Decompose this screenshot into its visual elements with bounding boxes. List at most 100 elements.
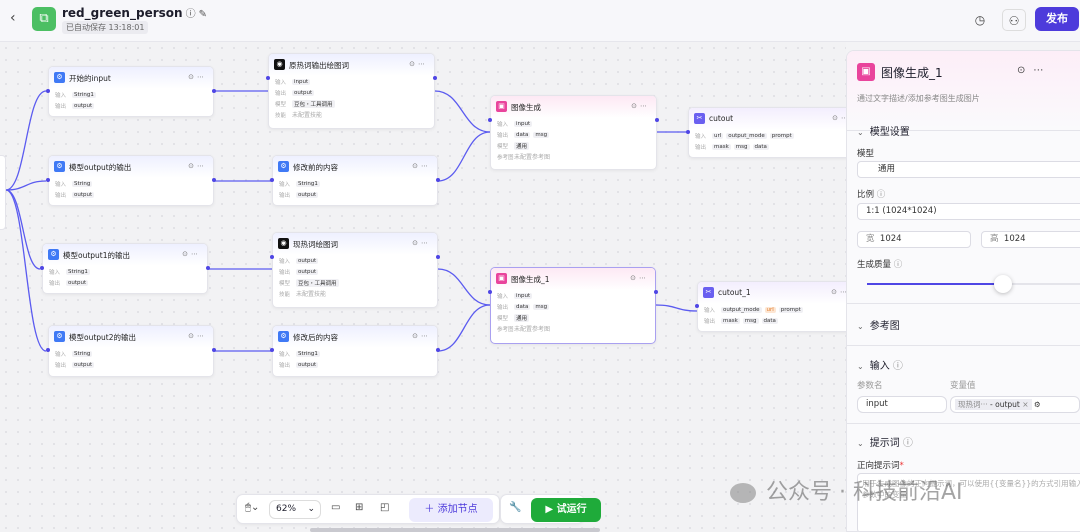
workflow-node[interactable]: ⚙ 模型output1的输出 ⊙⋯ 输入 String1 输出 output bbox=[42, 243, 208, 294]
add-node-button[interactable]: ＋ 添加节点 bbox=[409, 498, 493, 522]
node-port[interactable] bbox=[488, 118, 492, 122]
more-icon[interactable]: ⋯ bbox=[197, 332, 207, 340]
more-icon[interactable]: ⋯ bbox=[421, 162, 431, 170]
zoom-select[interactable]: 62% ⌄ bbox=[269, 500, 321, 519]
test-run-button[interactable]: ▶ 试运行 bbox=[531, 498, 601, 522]
run-icon[interactable]: ⊙ bbox=[188, 73, 197, 81]
node-port[interactable] bbox=[212, 89, 216, 93]
node-port[interactable] bbox=[270, 178, 274, 182]
workflow-node[interactable]: ◉ 原热词输出绘图词 ⊙⋯ 输入 input 输出 output 模型 豆包・工具调用 技能 未配置… bbox=[268, 53, 435, 129]
model-select[interactable]: 通用 bbox=[857, 161, 1080, 178]
var-value-label: 变量值 bbox=[950, 381, 976, 391]
model-settings-section[interactable]: ⌄ 模型设置 bbox=[857, 123, 910, 138]
wechat-icon bbox=[730, 483, 756, 503]
settings-icon[interactable]: ⚙ bbox=[1034, 400, 1041, 409]
node-row: 输入 String bbox=[49, 348, 213, 359]
debug-icon[interactable]: 🔧 bbox=[509, 502, 521, 513]
node-port[interactable] bbox=[266, 76, 270, 80]
run-icon[interactable]: ⊙ bbox=[188, 162, 197, 170]
workflow-node[interactable]: ▣ 图像生成_1 ⊙⋯ 输入 input 输出 data msg 模型 通用 参考图 未配置参考图 bbox=[490, 267, 656, 344]
more-icon[interactable]: ⋯ bbox=[1033, 65, 1051, 76]
quality-slider[interactable] bbox=[867, 283, 1080, 285]
run-icon[interactable]: ⊙ bbox=[631, 102, 640, 110]
node-port[interactable] bbox=[212, 178, 216, 182]
more-icon[interactable]: ⋯ bbox=[191, 250, 201, 258]
node-port[interactable] bbox=[212, 348, 216, 352]
run-icon[interactable]: ⊙ bbox=[412, 162, 421, 170]
run-node-icon[interactable]: ⊙ bbox=[1017, 65, 1033, 76]
workflow-node[interactable]: ✂ cutout_1 ⊙⋯ 输入 output_mode url prompt 输出 mask m… bbox=[697, 281, 857, 332]
run-icon[interactable]: ⊙ bbox=[409, 60, 418, 68]
workflow-node[interactable]: ✂cutout⊙⋯输入urloutput_modeprompt输出maskmsg… bbox=[688, 107, 858, 158]
workflow-node[interactable]: ⚙ 修改后的内容 ⊙⋯ 输入 String1 输出 output bbox=[272, 325, 438, 377]
node-port[interactable] bbox=[655, 118, 659, 122]
grid-layout-icon[interactable]: ⊞ bbox=[355, 502, 363, 513]
workflow-node[interactable]: ⚙ 模型output的输出 ⊙⋯ 输入 String 输出 output bbox=[48, 155, 214, 206]
workflow-node[interactable]: ⚙ 修改前的内容 ⊙⋯ 输入 String1 输出 output bbox=[272, 155, 438, 206]
more-icon[interactable]: ⋯ bbox=[418, 60, 428, 68]
node-port[interactable] bbox=[46, 178, 50, 182]
node-port[interactable] bbox=[436, 178, 440, 182]
param-tag: msg bbox=[533, 131, 550, 138]
mouse-mode-icon[interactable]: 🖱⌄ bbox=[245, 502, 259, 513]
more-icon[interactable]: ⋯ bbox=[639, 274, 649, 282]
collaborators-icon[interactable]: ⚇ bbox=[1002, 9, 1026, 31]
param-tag: data bbox=[514, 303, 531, 310]
edit-icon[interactable]: ✎ bbox=[199, 9, 207, 20]
node-port[interactable] bbox=[695, 304, 699, 308]
input-section[interactable]: ⌄ 输入 ⓘ bbox=[857, 357, 903, 372]
node-port[interactable] bbox=[270, 255, 274, 259]
more-icon[interactable]: ⋯ bbox=[197, 73, 207, 81]
node-port[interactable] bbox=[686, 130, 690, 134]
run-icon[interactable]: ⊙ bbox=[831, 288, 840, 296]
node-title: 模型output的输出 bbox=[69, 163, 132, 172]
node-port[interactable] bbox=[436, 348, 440, 352]
more-icon[interactable]: ⋯ bbox=[421, 332, 431, 340]
quality-slider-handle[interactable] bbox=[994, 275, 1013, 293]
history-icon[interactable]: ◷ bbox=[968, 9, 992, 31]
height-input[interactable]: 高 1024 bbox=[981, 231, 1080, 248]
minimap-icon[interactable]: ◰ bbox=[380, 502, 389, 513]
publish-button[interactable]: 发布 bbox=[1035, 7, 1079, 31]
param-name-input[interactable]: input bbox=[857, 396, 947, 413]
more-icon[interactable]: ⋯ bbox=[421, 239, 431, 247]
node-port[interactable] bbox=[46, 348, 50, 352]
variable-select[interactable]: 现热词··· - output × ⚙ bbox=[950, 396, 1080, 413]
node-port[interactable] bbox=[654, 290, 658, 294]
node-port[interactable] bbox=[488, 290, 492, 294]
back-icon[interactable]: ‹ bbox=[10, 10, 16, 26]
run-icon[interactable]: ⊙ bbox=[182, 250, 191, 258]
run-icon[interactable]: ⊙ bbox=[630, 274, 639, 282]
row-label: 输出 bbox=[695, 144, 707, 151]
clear-icon[interactable]: × bbox=[1022, 400, 1028, 409]
node-port[interactable] bbox=[270, 348, 274, 352]
run-icon[interactable]: ⊙ bbox=[832, 114, 841, 122]
start-node[interactable] bbox=[0, 155, 6, 230]
node-port[interactable] bbox=[436, 255, 440, 259]
comment-icon[interactable]: ▭ bbox=[331, 502, 340, 513]
workflow-node[interactable]: ⚙ 开始的input ⊙⋯ 输入 String1 输出 output bbox=[48, 66, 214, 117]
node-port[interactable] bbox=[40, 266, 44, 270]
node-row: 输入 url output_mode prompt bbox=[689, 130, 857, 141]
node-row: 输出 output bbox=[273, 266, 437, 277]
width-input[interactable]: 宽 1024 bbox=[857, 231, 971, 248]
node-port[interactable] bbox=[206, 266, 210, 270]
param-tag: 豆包・工具调用 bbox=[292, 99, 335, 108]
info-icon[interactable]: ⓘ bbox=[186, 9, 196, 20]
workflow-node[interactable]: ▣ 图像生成 ⊙⋯ 输入 input 输出 data msg 模型 通用 参考图 未配置参考图 bbox=[490, 95, 657, 170]
workflow-node[interactable]: ◉ 现热词绘图词 ⊙⋯ 输入 output 输出 output 模型 豆包・工具调用 技能 未配置技… bbox=[272, 232, 438, 308]
more-icon[interactable]: ⋯ bbox=[640, 102, 650, 110]
more-icon[interactable]: ⋯ bbox=[197, 162, 207, 170]
run-icon[interactable]: ⊙ bbox=[412, 332, 421, 340]
horizontal-scrollbar[interactable] bbox=[310, 528, 600, 532]
reference-section[interactable]: ⌄ 参考图 bbox=[857, 317, 900, 332]
node-port[interactable] bbox=[46, 89, 50, 93]
ratio-select[interactable]: 1:1 (1024*1024) bbox=[857, 203, 1080, 220]
run-icon[interactable]: ⊙ bbox=[412, 239, 421, 247]
workflow-node[interactable]: ⚙ 模型output2的输出 ⊙⋯ 输入 String 输出 output bbox=[48, 325, 214, 377]
node-port[interactable] bbox=[433, 76, 437, 80]
row-label: 输出 bbox=[497, 132, 509, 139]
node-row: 参考图 未配置参考图 bbox=[491, 151, 656, 162]
prompt-section[interactable]: ⌄ 提示词 ⓘ bbox=[857, 434, 913, 449]
run-icon[interactable]: ⊙ bbox=[188, 332, 197, 340]
